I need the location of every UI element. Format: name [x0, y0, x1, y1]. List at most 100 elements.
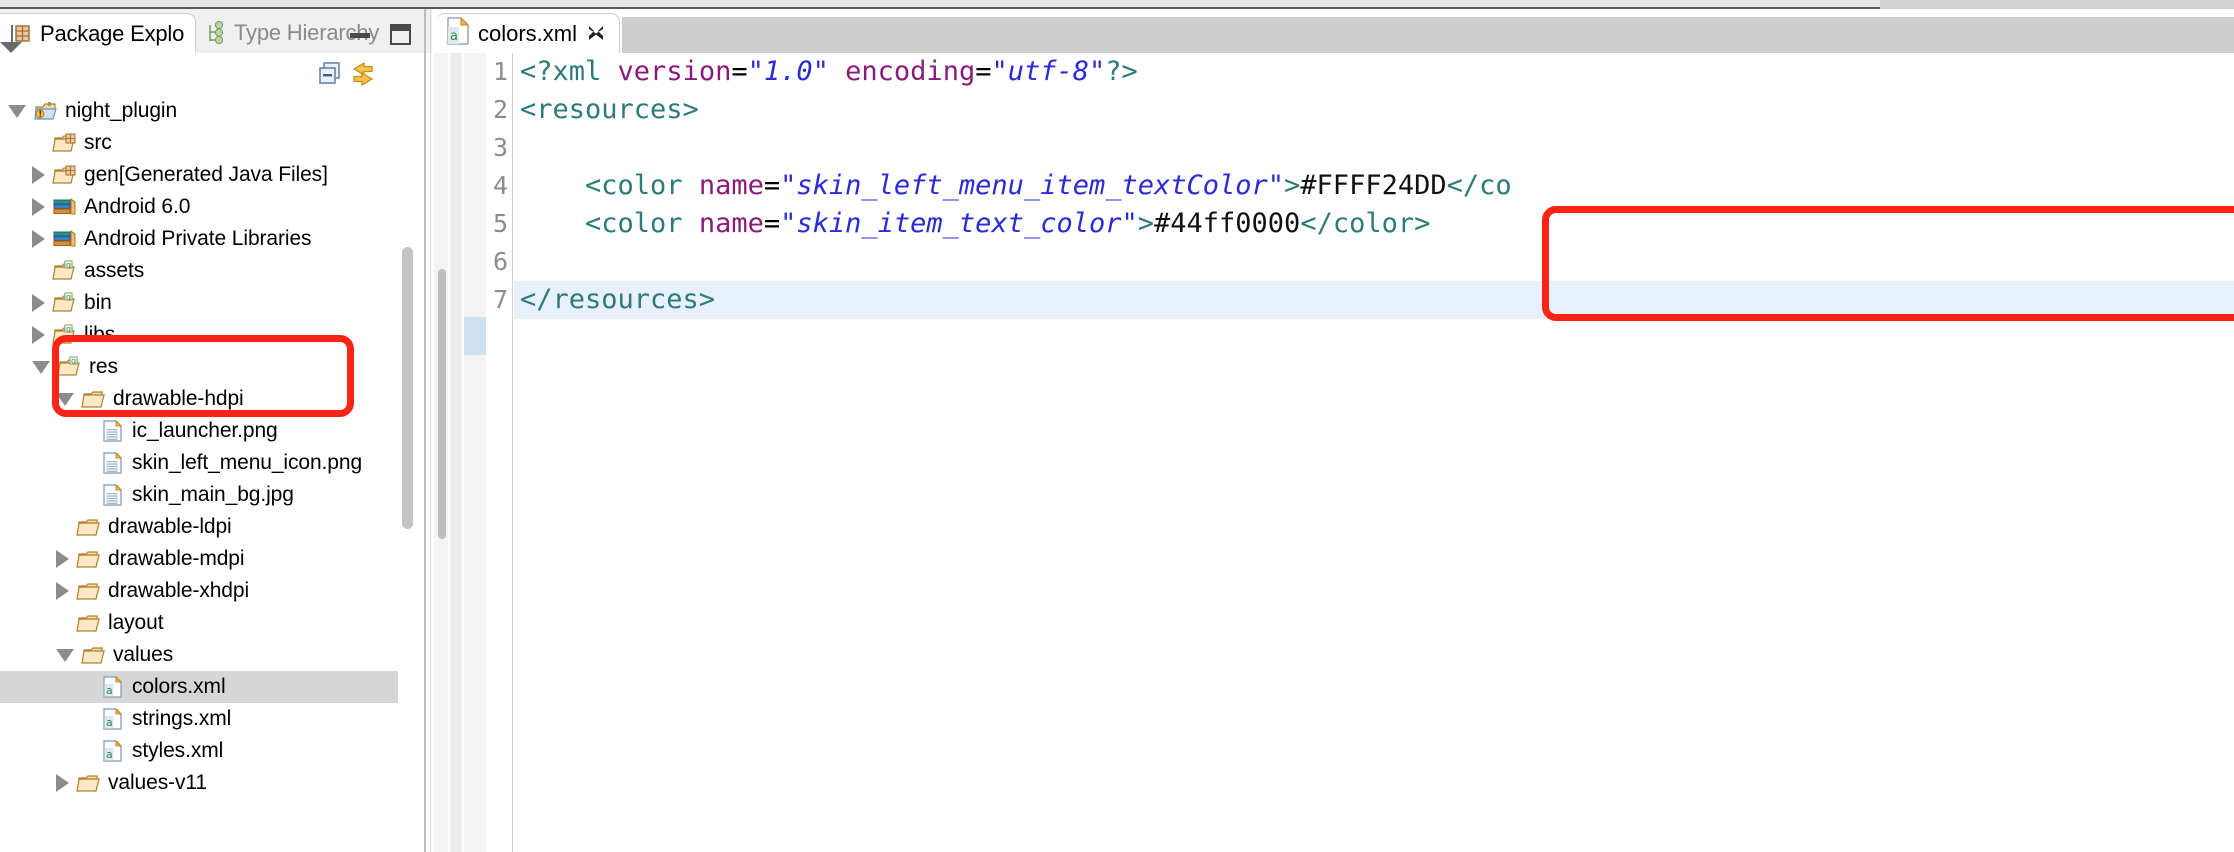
resource-folder-icon: q [52, 260, 75, 280]
tab-colors-xml[interactable]: a colors.xml [436, 13, 620, 53]
code-token-val: "1.0" [747, 56, 829, 87]
link-with-editor-icon[interactable] [350, 61, 376, 87]
collapse-all-icon[interactable] [318, 61, 344, 87]
tree-row[interactable]: skin_main_bg.jpg [0, 479, 398, 511]
code-line[interactable]: <resources> [514, 91, 2234, 129]
editor-code[interactable]: <?xml version="1.0" encoding="utf-8"?> <r… [514, 53, 2234, 852]
code-token-val: "utf-8" [991, 56, 1106, 87]
java-project-icon: ! [34, 102, 57, 120]
tree-row[interactable]: layout [0, 607, 398, 639]
close-icon[interactable] [586, 24, 606, 44]
chevron-right-icon[interactable] [32, 230, 45, 248]
view-menu-icon[interactable] [0, 42, 22, 70]
tree-row[interactable]: drawable-mdpi [0, 543, 398, 575]
tree-row[interactable]: Android Private Libraries [0, 223, 398, 255]
package-explorer-view: Package Explo Type Hierarchy ! night_plu… [0, 9, 432, 852]
tree-row-label: ic_launcher.png [132, 419, 278, 442]
tree-row-label: Android Private Libraries [84, 227, 312, 250]
chevron-down-icon[interactable] [56, 392, 74, 406]
code-line[interactable]: <color name="skin_item_text_color">#44ff… [514, 205, 2234, 243]
chevron-right-icon[interactable] [32, 198, 45, 216]
tree-row-label: layout [108, 611, 164, 634]
minimize-icon[interactable] [350, 33, 370, 38]
editor-scrollbar-thumb[interactable] [438, 269, 446, 539]
line-number: 2 [492, 95, 508, 124]
tree-row[interactable]: q libs [0, 319, 398, 351]
chevron-right-icon[interactable] [56, 582, 69, 600]
chevron-down-icon[interactable] [8, 104, 26, 118]
editor-gutter-separator [512, 53, 513, 852]
svg-text:q: q [66, 292, 71, 301]
tree-row[interactable]: ! night_plugin [0, 95, 398, 127]
code-line[interactable] [514, 129, 2234, 167]
code-line[interactable]: <?xml version="1.0" encoding="utf-8"?> [514, 53, 2234, 91]
view-toolbar [0, 42, 432, 93]
tree-row-label: src [84, 131, 112, 154]
tree-row[interactable]: q assets [0, 255, 398, 287]
tree-row[interactable]: q res [0, 351, 398, 383]
tree-row[interactable]: a colors.xml [0, 671, 398, 703]
chevron-right-icon[interactable] [56, 774, 69, 792]
tree-row[interactable]: drawable-xhdpi [0, 575, 398, 607]
folder-icon [76, 519, 100, 536]
code-token-text: #FFFF24DD [1300, 170, 1447, 201]
chevron-down-icon[interactable] [56, 648, 74, 662]
chevron-right-icon[interactable] [56, 550, 69, 568]
chevron-down-icon[interactable] [32, 360, 50, 374]
chevron-right-icon[interactable] [32, 294, 45, 312]
svg-text:q: q [66, 324, 71, 333]
code-token-tag: <?xml [520, 56, 618, 87]
source-folder-icon [52, 165, 76, 184]
tree-row[interactable]: q bin [0, 287, 398, 319]
tree-row[interactable]: gen [Generated Java Files] [0, 159, 398, 191]
tree-row-suffix: [Generated Java Files] [118, 163, 328, 186]
svg-text:q: q [66, 260, 71, 269]
library-icon [53, 198, 76, 215]
tree-row[interactable]: values-v11 [0, 767, 398, 799]
editor-line-numbers: 1 2 3 4 5 6 7 [486, 53, 512, 852]
tree-row[interactable]: drawable-ldpi [0, 511, 398, 543]
tree-scrollbar-thumb[interactable] [402, 247, 413, 529]
tree-row-label: assets [84, 259, 145, 282]
maximize-icon[interactable] [390, 24, 411, 45]
tab-package-explorer[interactable]: Package Explo [0, 13, 211, 53]
tree-row[interactable]: a styles.xml [0, 735, 398, 767]
tree-row-label: skin_main_bg.jpg [132, 483, 294, 506]
tree-row-label: skin_left_menu_icon.png [132, 451, 363, 474]
chevron-right-icon[interactable] [32, 166, 45, 184]
code-token-val: "skin_left_menu_item_textColor" [780, 170, 1285, 201]
library-icon [53, 230, 76, 247]
tree-row-label: values [113, 643, 174, 666]
editor-tabbar: a colors.xml [434, 9, 2234, 53]
panel-divider[interactable] [424, 9, 426, 852]
tree-row-label: night_plugin [65, 99, 178, 122]
code-token-tag: > [1137, 208, 1154, 239]
chevron-right-icon[interactable] [32, 326, 45, 344]
code-line[interactable]: <color name="skin_left_menu_item_textCol… [514, 167, 2234, 205]
code-line[interactable] [514, 243, 2234, 281]
tree-row[interactable]: src [0, 127, 398, 159]
tree-row[interactable]: Android 6.0 [0, 191, 398, 223]
code-token-tag: </co [1446, 170, 1512, 201]
code-line[interactable]: </resources> [514, 281, 2234, 319]
tree-row[interactable]: skin_left_menu_icon.png [0, 447, 398, 479]
code-token-eq: = [731, 56, 748, 87]
editor-folding-ruler[interactable] [464, 53, 486, 852]
tree-row[interactable]: ic_launcher.png [0, 415, 398, 447]
editor-annotation-ruler[interactable] [450, 53, 462, 852]
tree-row[interactable]: values [0, 639, 398, 671]
tree-row[interactable]: drawable-hdpi [0, 383, 398, 415]
tree-row-label: gen [84, 163, 119, 186]
tree-row-label: drawable-hdpi [113, 387, 244, 410]
code-token-tag [829, 56, 845, 87]
tree-row[interactable]: a strings.xml [0, 703, 398, 735]
code-token-tag: > [1284, 170, 1301, 201]
project-tree[interactable]: ! night_pluginsrc gen [Generated Java File… [0, 95, 398, 852]
